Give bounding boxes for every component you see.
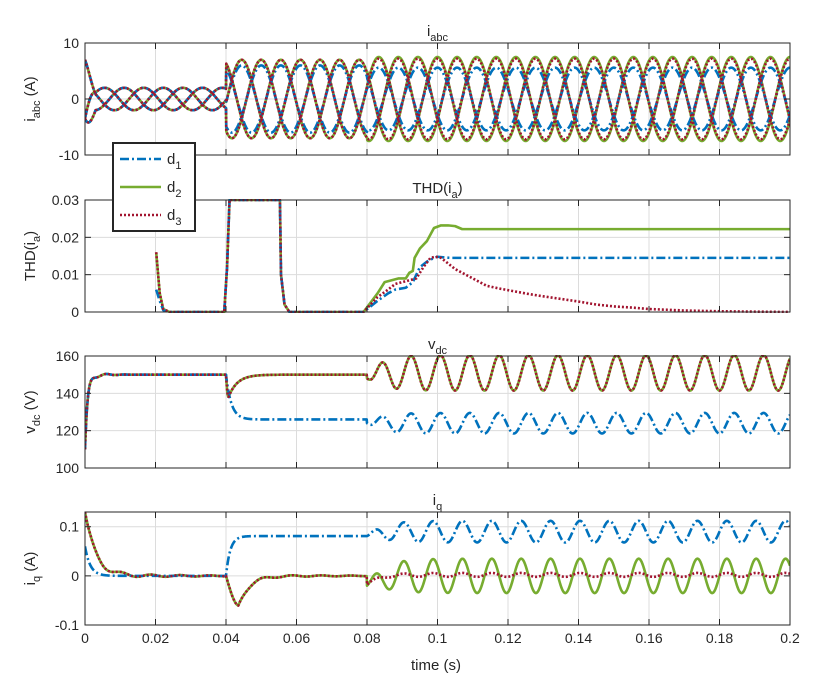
x-tick-label: 0.12 <box>494 630 521 646</box>
y-axis-label: iabc (A) <box>22 76 43 121</box>
y-tick-label: 0.01 <box>52 267 79 283</box>
chart-panel-4: -0.100.10 0.02 0.04 0.06 0.08 0.1 0.12 0.14 0.16… <box>22 492 800 646</box>
x-tick-label: 0 <box>81 630 89 646</box>
x-tick-label: 0.1 <box>428 630 448 646</box>
y-tick-label: 0 <box>71 304 79 320</box>
y-axis-label: iq (A) <box>22 552 43 586</box>
x-tick-label: 0.2 <box>780 630 800 646</box>
y-tick-label: 120 <box>56 423 80 439</box>
y-tick-label: 140 <box>56 385 80 401</box>
chart-title: THD(ia) <box>412 180 462 201</box>
y-tick-label: 0 <box>71 568 79 584</box>
x-tick-label: 0.16 <box>635 630 662 646</box>
chart-panel-3: 100 120 140 160 vdc vdc (V) <box>22 336 791 476</box>
chart-title: vdc <box>428 336 448 357</box>
x-tick-label: 0.08 <box>353 630 380 646</box>
x-tick-label: 0.14 <box>565 630 592 646</box>
x-tick-label: 0.04 <box>212 630 239 646</box>
y-tick-label: -10 <box>59 147 79 163</box>
y-tick-label: 160 <box>56 348 80 364</box>
x-tick-label: 0.18 <box>706 630 733 646</box>
y-tick-label: 10 <box>63 35 79 51</box>
y-tick-label: 0.03 <box>52 192 79 208</box>
y-tick-label: 0.1 <box>60 519 80 535</box>
x-axis-label: time (s) <box>411 657 461 674</box>
figure: -10 0 10 iabc iabc (A) 0 0.01 0.02 0.03 THD(ia) TH… <box>22 23 800 674</box>
y-tick-label: 0 <box>71 91 79 107</box>
x-tick-label: 0.06 <box>283 630 310 646</box>
y-tick-label: 0.02 <box>52 229 79 245</box>
x-tick-label: 0.02 <box>142 630 169 646</box>
chart-title: iabc <box>427 23 449 44</box>
y-tick-label: 100 <box>56 460 80 476</box>
y-tick-label: -0.1 <box>55 617 79 633</box>
y-axis-label: vdc (V) <box>22 390 43 433</box>
chart-title: iq <box>433 492 442 513</box>
y-axis-label: THD(ia) <box>22 231 43 281</box>
legend: d1d2d3 <box>112 142 196 232</box>
